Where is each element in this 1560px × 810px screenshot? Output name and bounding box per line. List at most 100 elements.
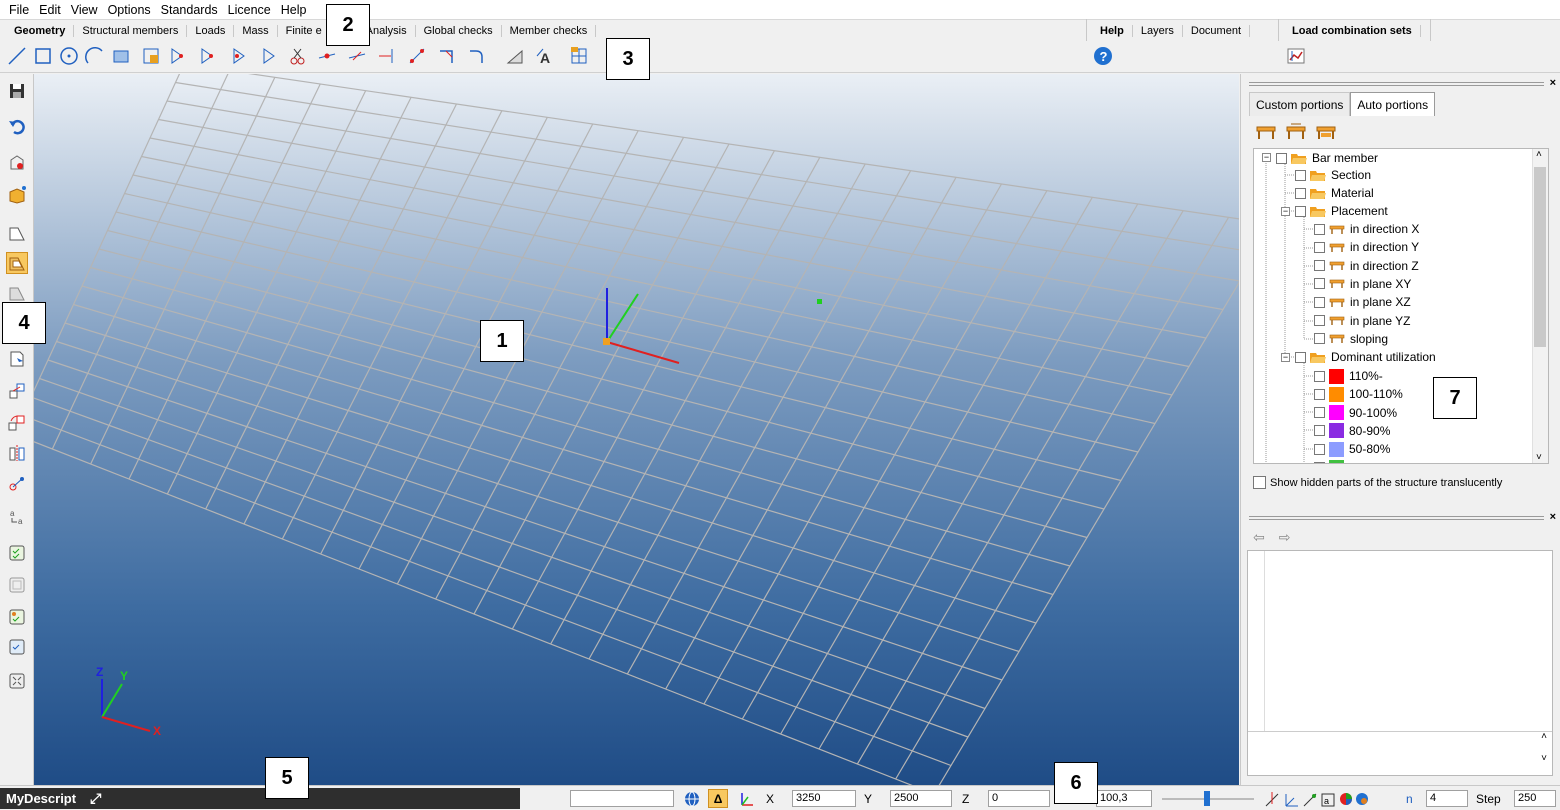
tree-node-utilization-item[interactable]: 50-80% [1314, 440, 1390, 458]
portion-edit-icon[interactable] [1285, 122, 1307, 142]
point-tool-icon[interactable] [196, 45, 218, 67]
scroll-up-icon[interactable]: ˄ [1536, 149, 1542, 160]
tree-checkbox[interactable] [1314, 407, 1325, 419]
tree-node-material[interactable]: Material [1295, 184, 1374, 202]
tree-expander[interactable]: − [1262, 153, 1271, 162]
tree-expander[interactable]: − [1281, 207, 1290, 216]
y-coordinate-field[interactable]: 2500 [890, 790, 952, 807]
load-combination-icon[interactable] [1285, 45, 1307, 67]
show-hidden-option[interactable]: Show hidden parts of the structure trans… [1253, 476, 1502, 489]
scroll-down-icon[interactable]: ˅ [1536, 452, 1542, 463]
tree-node-utilization-item[interactable] [1314, 459, 1349, 463]
rotate-object-icon[interactable] [6, 412, 28, 434]
tree-checkbox[interactable] [1314, 370, 1325, 382]
extend-tool-icon[interactable] [346, 45, 368, 67]
rectangle-tool-icon[interactable] [32, 45, 54, 67]
help-icon[interactable]: ? [1092, 45, 1114, 67]
tab-loads[interactable]: Loads [187, 25, 235, 37]
zoom-field[interactable]: 100,3 [1096, 790, 1152, 807]
arc-tool-icon[interactable] [84, 45, 106, 67]
back-arrow-icon[interactable]: ⇦ [1253, 529, 1265, 546]
tab-global-checks[interactable]: Global checks [416, 25, 502, 37]
tree-checkbox[interactable] [1314, 296, 1325, 308]
tree-node-placement-item[interactable]: in plane YZ [1314, 312, 1411, 330]
tree-node-placement-item[interactable]: in plane XZ [1314, 293, 1411, 311]
tree-checkbox[interactable] [1276, 152, 1287, 164]
menu-licence[interactable]: Licence [223, 3, 276, 17]
dimension-tool-icon[interactable] [504, 45, 526, 67]
tab-help[interactable]: Help [1092, 25, 1133, 37]
cut-tool-icon[interactable] [286, 45, 308, 67]
join-tool-icon[interactable] [406, 45, 428, 67]
properties-list[interactable]: ˄ ˅ [1247, 550, 1553, 776]
expand-icon[interactable]: ⤢ [90, 790, 101, 807]
list-scrollbar[interactable]: ˄ ˅ [1536, 731, 1552, 777]
text-tool-icon[interactable]: A [534, 45, 556, 67]
globe-icon[interactable] [684, 791, 700, 807]
tree-checkbox[interactable] [1314, 462, 1325, 463]
menu-file[interactable]: File [4, 3, 34, 17]
tree-checkbox[interactable] [1314, 223, 1325, 235]
mirror-tool-icon[interactable] [166, 45, 188, 67]
menu-options[interactable]: Options [103, 3, 156, 17]
menu-edit[interactable]: Edit [34, 3, 66, 17]
n-field[interactable]: 4 [1426, 790, 1468, 807]
tree-checkbox[interactable] [1314, 260, 1325, 272]
tree-node-placement-item[interactable]: in plane XY [1314, 275, 1411, 293]
local-axis-icon[interactable] [738, 791, 754, 807]
portion-select-icon[interactable] [6, 252, 28, 274]
z-coordinate-field[interactable]: 0 [988, 790, 1050, 807]
tab-member-checks[interactable]: Member checks [502, 25, 597, 37]
grid-settings-icon[interactable] [568, 45, 590, 67]
surface-tool-icon[interactable] [110, 45, 132, 67]
tab-mass[interactable]: Mass [234, 25, 278, 37]
hidden-object-icon[interactable] [6, 282, 28, 304]
scale-object-icon[interactable] [6, 472, 28, 494]
portion-add-icon[interactable] [1255, 122, 1277, 142]
tree-checkbox[interactable] [1314, 333, 1325, 345]
tree-checkbox[interactable] [1314, 388, 1325, 400]
tree-checkbox[interactable] [1295, 187, 1306, 199]
command-field[interactable] [570, 790, 674, 807]
display-toggles[interactable]: a [1264, 790, 1374, 808]
close-icon[interactable]: × [1550, 511, 1556, 523]
tree-node-utilization-item[interactable]: 90-100% [1314, 404, 1397, 422]
zoom-slider-thumb[interactable] [1204, 791, 1210, 806]
region-tool-icon[interactable] [140, 45, 162, 67]
corner-tool-icon[interactable] [436, 45, 458, 67]
panel-grip[interactable] [1249, 82, 1544, 86]
origin-node[interactable] [603, 338, 610, 345]
tree-node-placement-item[interactable]: in direction Z [1314, 257, 1419, 275]
tree-checkbox[interactable] [1314, 241, 1325, 253]
select-node-icon[interactable] [6, 348, 28, 370]
tree-checkbox[interactable] [1295, 169, 1306, 181]
tree-node-utilization-item[interactable]: 110%- [1314, 367, 1383, 385]
check-invert-icon[interactable] [6, 606, 28, 628]
tree-checkbox[interactable] [1314, 278, 1325, 290]
tree-node-placement-item[interactable]: sloping [1314, 330, 1388, 348]
tree-node-utilization-item[interactable]: 100-110% [1314, 385, 1403, 403]
menu-standards[interactable]: Standards [156, 3, 223, 17]
check-all-icon[interactable] [6, 542, 28, 564]
solid-object-icon[interactable] [6, 184, 28, 206]
copy-object-icon[interactable] [6, 380, 28, 402]
move-object-icon[interactable] [6, 152, 28, 174]
tree-checkbox[interactable] [1295, 351, 1306, 363]
tree-checkbox[interactable] [1295, 205, 1306, 217]
break-tool-icon[interactable] [316, 45, 338, 67]
divide-tool-icon[interactable] [228, 45, 250, 67]
tree-node-dominant-utilization[interactable]: Dominant utilization [1295, 348, 1436, 366]
tab-layers[interactable]: Layers [1133, 25, 1183, 37]
tree-checkbox[interactable] [1314, 443, 1325, 455]
undo-icon[interactable] [6, 116, 28, 138]
tree-node-section[interactable]: Section [1295, 166, 1371, 184]
tree-node-placement[interactable]: Placement [1295, 202, 1388, 220]
tree-node-placement-item[interactable]: in direction Y [1314, 238, 1419, 256]
menu-view[interactable]: View [66, 3, 103, 17]
tree-node-utilization-item[interactable]: 80-90% [1314, 422, 1390, 440]
plane-object-icon[interactable] [6, 222, 28, 244]
scroll-thumb[interactable] [1534, 167, 1546, 347]
menu-help[interactable]: Help [276, 3, 312, 17]
delta-toggle-icon[interactable]: Δ [708, 789, 728, 808]
forward-arrow-icon[interactable]: ⇨ [1279, 529, 1291, 546]
